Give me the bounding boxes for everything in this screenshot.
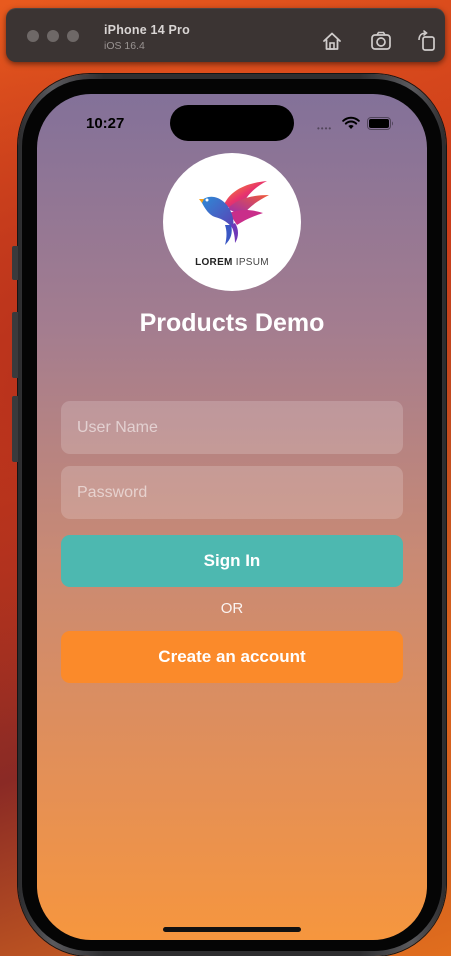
password-input[interactable] bbox=[61, 466, 403, 519]
rotate-icon[interactable] bbox=[416, 30, 438, 52]
or-separator: OR bbox=[220, 600, 244, 617]
silent-switch bbox=[12, 246, 18, 280]
minimize-window-button[interactable] bbox=[47, 30, 59, 42]
home-icon[interactable] bbox=[321, 30, 343, 52]
device-name: iPhone 14 Pro bbox=[104, 23, 190, 37]
username-input[interactable] bbox=[61, 401, 403, 454]
status-time: 10:27 bbox=[86, 115, 125, 132]
simulator-toolbar: iPhone 14 Pro iOS 16.4 bbox=[6, 8, 445, 62]
battery-icon bbox=[367, 117, 393, 130]
create-account-button[interactable]: Create an account bbox=[61, 631, 403, 683]
wifi-icon bbox=[342, 116, 360, 129]
signal-icon: •••• bbox=[317, 124, 333, 133]
app-logo: LOREM IPSUM bbox=[163, 153, 301, 291]
bird-logo-icon bbox=[199, 181, 269, 245]
dynamic-island bbox=[170, 105, 294, 141]
close-window-button[interactable] bbox=[27, 30, 39, 42]
page-title: Products Demo bbox=[139, 309, 325, 337]
home-indicator[interactable] bbox=[163, 927, 301, 932]
volume-up-button bbox=[12, 312, 18, 378]
logo-wordmark: LOREM IPSUM bbox=[195, 257, 269, 268]
zoom-window-button[interactable] bbox=[67, 30, 79, 42]
sign-in-button[interactable]: Sign In bbox=[61, 535, 403, 587]
app-screen: 10:27 •••• LOREM IPSUM Products Demo Use… bbox=[37, 94, 427, 940]
volume-down-button bbox=[12, 396, 18, 462]
screenshot-icon[interactable] bbox=[370, 30, 392, 52]
os-version: iOS 16.4 bbox=[104, 40, 145, 52]
